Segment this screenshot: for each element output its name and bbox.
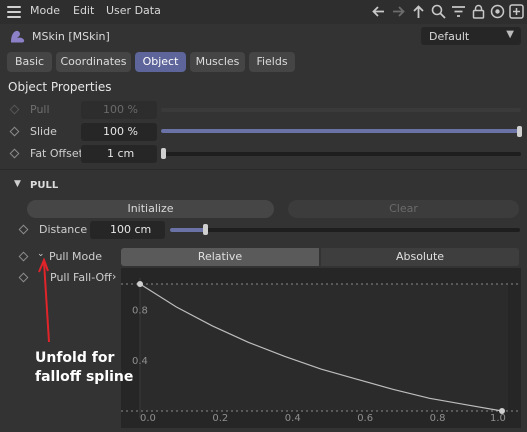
initialize-button[interactable]: Initialize [27,200,274,218]
add-icon[interactable] [508,3,525,20]
tab-coordinates[interactable]: Coordinates [56,52,131,72]
object-title: MSkin [MSkin] [32,30,110,43]
x-tick-label: 1.0 [490,413,506,424]
tab-muscles[interactable]: Muscles [190,52,245,72]
slide-field[interactable]: 100 % [81,123,157,141]
arrow-up-icon[interactable] [410,3,427,20]
menu-user-data[interactable]: User Data [106,4,161,17]
distance-label: Distance [39,223,88,236]
red-arrow-annotation [38,258,50,343]
x-tick-label: 0.2 [212,413,228,424]
distance-slider-knob[interactable] [203,224,208,235]
fat-offset-label: Fat Offset [30,147,83,160]
menu-edit[interactable]: Edit [73,4,94,17]
lock-icon[interactable] [470,3,487,20]
fat-offset-field[interactable]: 1 cm [81,145,157,163]
menu-mode[interactable]: Mode [30,4,60,17]
pull-slider-track [161,108,521,112]
distance-slider-fill [170,228,205,232]
slide-slider-track[interactable] [161,129,521,133]
x-tick-label: 0.0 [140,413,156,424]
keyframe-diamond-icon[interactable] [9,148,20,159]
target-icon[interactable] [489,3,506,20]
keyframe-diamond-icon[interactable] [18,224,29,235]
section-title-pull: PULL [30,180,59,191]
keyframe-diamond-icon[interactable] [18,272,29,283]
slide-slider-knob[interactable] [517,126,522,137]
spline-control-point[interactable] [499,408,505,414]
keyframe-diamond-icon[interactable] [18,251,29,262]
chevron-down-icon[interactable]: ▼ [14,179,21,189]
mskin-object-icon [11,30,25,43]
keyframe-diamond-icon[interactable] [9,104,20,115]
pull-field: 100 % [81,101,157,119]
tab-object[interactable]: Object [135,52,186,72]
falloff-spline-graph[interactable]: 0.0 0.2 0.4 0.6 0.8 1.0 0.8 0.4 [121,268,521,428]
clear-button: Clear [288,200,519,218]
distance-field[interactable]: 100 cm [90,221,165,239]
tab-basic[interactable]: Basic [7,52,52,72]
y-tick-label: 0.4 [132,356,148,367]
hamburger-menu-icon[interactable] [7,6,21,18]
pull-mode-label: Pull Mode [49,250,102,263]
fat-offset-slider-knob[interactable] [161,148,166,159]
divider [0,169,527,170]
pull-label: Pull [30,103,50,116]
search-icon[interactable] [430,3,447,20]
slide-label: Slide [30,125,57,138]
x-tick-label: 0.8 [430,413,446,424]
distance-slider-track[interactable] [170,228,520,232]
arrow-left-icon[interactable] [370,3,387,20]
x-tick-label: 0.6 [357,413,373,424]
spline-control-point[interactable] [137,281,143,287]
filter-icon[interactable] [450,3,467,20]
menu-bar: Mode Edit User Data [0,0,527,24]
slide-slider-fill [161,129,521,133]
chevron-right-icon[interactable]: › [112,270,116,283]
annotation-line-1: Unfold for [35,350,115,366]
chevron-down-icon: ▼ [506,29,514,40]
x-tick-label: 0.4 [285,413,301,424]
y-tick-label: 0.8 [132,305,148,316]
section-title-object-properties: Object Properties [8,80,112,94]
tab-fields[interactable]: Fields [249,52,295,72]
preset-dropdown[interactable]: Default ▼ [421,27,521,45]
fat-offset-slider-track[interactable] [161,152,521,156]
preset-value: Default [429,30,470,43]
arrow-right-icon[interactable] [390,3,407,20]
pull-mode-absolute-button[interactable]: Absolute [321,248,519,266]
pull-mode-relative-button[interactable]: Relative [121,248,319,266]
annotation-line-2: falloff spline [35,369,134,385]
keyframe-diamond-icon[interactable] [9,126,20,137]
pull-falloff-label: Pull Fall-Off [50,271,112,284]
